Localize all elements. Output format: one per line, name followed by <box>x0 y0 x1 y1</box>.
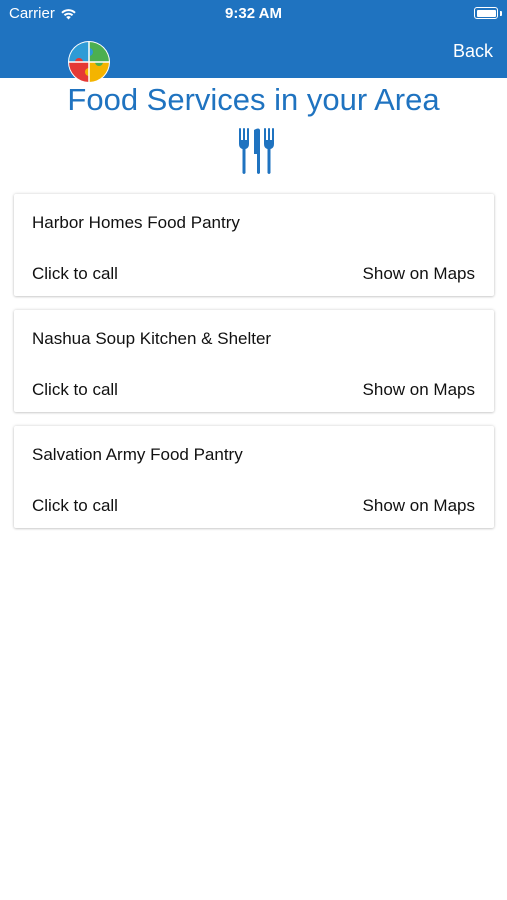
puzzle-logo-icon <box>68 41 110 83</box>
service-name: Nashua Soup Kitchen & Shelter <box>32 329 272 348</box>
status-bar: Carrier 9:32 AM <box>0 0 507 28</box>
click-to-call-button[interactable]: Click to call <box>32 264 118 284</box>
show-on-maps-button[interactable]: Show on Maps <box>363 380 475 400</box>
service-card: Nashua Soup Kitchen & Shelter Click to c… <box>14 310 494 412</box>
battery-icon <box>474 7 498 19</box>
page-title: Food Services in your Area <box>67 82 440 117</box>
food-services-list: Harbor Homes Food Pantry Click to call S… <box>14 194 494 542</box>
service-name: Harbor Homes Food Pantry <box>32 213 240 232</box>
fork-knife-icon <box>239 128 274 174</box>
service-card: Salvation Army Food Pantry Click to call… <box>14 426 494 528</box>
show-on-maps-button[interactable]: Show on Maps <box>363 496 475 516</box>
status-time: 9:32 AM <box>225 5 282 22</box>
battery-tip <box>500 11 502 16</box>
navigation-bar: Carrier 9:32 AM Back <box>0 0 507 83</box>
click-to-call-button[interactable]: Click to call <box>32 380 118 400</box>
back-button[interactable]: Back <box>453 41 493 62</box>
show-on-maps-button[interactable]: Show on Maps <box>363 264 475 284</box>
click-to-call-button[interactable]: Click to call <box>32 496 118 516</box>
service-card: Harbor Homes Food Pantry Click to call S… <box>14 194 494 296</box>
service-name: Salvation Army Food Pantry <box>32 445 243 464</box>
